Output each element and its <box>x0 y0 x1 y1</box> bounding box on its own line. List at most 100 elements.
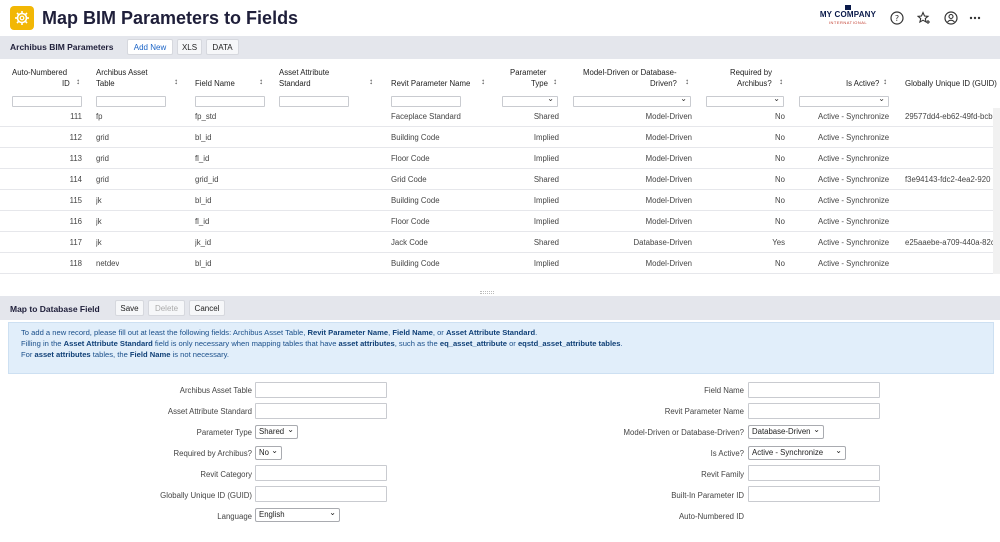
table-row[interactable]: 111 fp fp_std Faceplace Standard Shared … <box>0 108 993 127</box>
table-row[interactable]: 115 jk bl_id Building Code Implied Model… <box>0 190 993 211</box>
sort-icon[interactable]: ↕ <box>369 77 373 86</box>
driven-select[interactable]: Database-Driven ⌄ <box>748 425 824 439</box>
sort-icon[interactable]: ↕ <box>685 77 689 86</box>
col-header-label: Standard <box>279 79 311 88</box>
label-field-name: Field Name <box>704 386 744 395</box>
col-header-attr-std[interactable]: Asset Attribute Standard <box>279 60 359 92</box>
table-row[interactable]: 116 jk fl_id Floor Code Implied Model-Dr… <box>0 211 993 232</box>
user-icon[interactable] <box>943 10 959 26</box>
table-row[interactable]: 112 grid bl_id Building Code Implied Mod… <box>0 127 993 148</box>
label-param-type: Parameter Type <box>196 428 252 437</box>
cell-field: fl_id <box>195 154 210 163</box>
data-button[interactable]: DATA <box>206 39 239 55</box>
cell-active: Active - Synchronize <box>818 238 890 247</box>
save-button[interactable]: Save <box>115 300 144 316</box>
attr-std-input[interactable] <box>255 403 387 419</box>
cell-field: bl_id <box>195 196 212 205</box>
cell-revit: Grid Code <box>391 175 427 184</box>
table-row[interactable]: 114 grid grid_id Grid Code Shared Model-… <box>0 169 993 190</box>
col-header-label: Required by <box>730 68 773 77</box>
col-header-required[interactable]: Required by Archibus? <box>728 60 780 92</box>
col-header-label: ID <box>62 79 70 88</box>
filter-driven-select[interactable] <box>573 94 691 107</box>
guid-input[interactable] <box>255 486 387 502</box>
label-guid: Globally Unique ID (GUID) <box>160 491 252 500</box>
cell-type: Shared <box>533 238 559 247</box>
revit-family-input[interactable] <box>748 465 880 481</box>
delete-button[interactable]: Delete <box>148 300 185 316</box>
cell-active: Active - Synchronize <box>818 154 890 163</box>
add-new-button[interactable]: Add New <box>127 39 173 55</box>
filter-param-type-select[interactable] <box>502 94 558 107</box>
col-header-driven[interactable]: Model-Driven or Database- Driven? <box>583 60 688 92</box>
cell-field: grid_id <box>195 175 219 184</box>
sort-icon[interactable]: ↕ <box>779 77 783 86</box>
label-builtin: Built-In Parameter ID <box>671 491 744 500</box>
filter-asset-table[interactable] <box>96 96 166 107</box>
asset-table-input[interactable] <box>255 382 387 398</box>
field-name-input[interactable] <box>748 382 880 398</box>
col-header-asset-table[interactable]: Archibus Asset Table <box>96 60 176 92</box>
col-header-label: Archibus Asset <box>96 68 148 77</box>
grid-scrollbar[interactable] <box>993 108 1000 274</box>
table-row[interactable]: 118 netdev bl_id Building Code Implied M… <box>0 253 993 274</box>
xls-button[interactable]: XLS <box>177 39 202 55</box>
filter-attr-std[interactable] <box>279 96 349 107</box>
cell-revit: Jack Code <box>391 238 428 247</box>
filter-required-select[interactable] <box>706 94 784 107</box>
sort-icon[interactable]: ↕ <box>481 77 485 86</box>
sort-icon[interactable]: ↕ <box>259 77 263 86</box>
help-icon[interactable]: ? <box>889 10 905 26</box>
param-type-value: Shared <box>259 427 285 436</box>
col-header-active[interactable]: Is Active? <box>846 60 886 92</box>
cell-driven: Model-Driven <box>645 112 692 121</box>
table-row[interactable]: 113 grid fl_id Floor Code Implied Model-… <box>0 148 993 169</box>
cell-driven: Model-Driven <box>645 217 692 226</box>
cell-active: Active - Synchronize <box>818 133 890 142</box>
col-header-field-name[interactable]: Field Name <box>195 60 265 92</box>
cell-id: 113 <box>69 154 82 163</box>
col-header-guid[interactable]: Globally Unique ID (GUID) <box>905 60 1000 92</box>
revit-category-input[interactable] <box>255 465 387 481</box>
col-header-param-type[interactable]: Parameter Type <box>508 60 550 92</box>
col-header-label: Model-Driven or Database- <box>583 68 677 77</box>
sort-icon[interactable]: ↕ <box>553 77 557 86</box>
resize-handle[interactable] <box>480 291 494 294</box>
cell-driven: Model-Driven <box>645 133 692 142</box>
cell-type: Implied <box>533 259 559 268</box>
required-select[interactable]: No ⌄ <box>255 446 282 460</box>
cell-table: jk <box>96 196 102 205</box>
label-required: Required by Archibus? <box>173 449 252 458</box>
filter-auto-id[interactable] <box>12 96 82 107</box>
filter-active-select[interactable] <box>799 94 889 107</box>
company-logo: MY COMPANY INTERNATIONAL <box>816 5 880 30</box>
info-line-3: For asset attributes tables, the Field N… <box>21 350 229 359</box>
label-active: Is Active? <box>710 449 744 458</box>
cell-driven: Model-Driven <box>645 154 692 163</box>
language-select[interactable]: English ⌄ <box>255 508 340 522</box>
revit-param-input[interactable] <box>748 403 880 419</box>
builtin-param-input[interactable] <box>748 486 880 502</box>
label-asset-table: Archibus Asset Table <box>179 386 252 395</box>
cell-active: Active - Synchronize <box>818 259 890 268</box>
col-header-label: Driven? <box>650 79 677 88</box>
filter-field-name[interactable] <box>195 96 265 107</box>
table-row[interactable]: 117 jk jk_id Jack Code Shared Database-D… <box>0 232 993 253</box>
col-header-auto-id[interactable]: Auto-Numbered ID <box>12 60 82 92</box>
cancel-button[interactable]: Cancel <box>189 300 225 316</box>
param-type-select[interactable]: Shared ⌄ <box>255 425 298 439</box>
col-header-revit-param[interactable]: Revit Parameter Name <box>391 60 481 92</box>
sort-icon[interactable]: ↕ <box>76 77 80 86</box>
cell-guid: 29577dd4-eb62-49fd-bcb <box>905 112 993 121</box>
sort-icon[interactable]: ↕ <box>883 77 887 86</box>
filter-revit-param[interactable] <box>391 96 461 107</box>
more-icon[interactable] <box>967 10 983 26</box>
cell-active: Active - Synchronize <box>818 175 890 184</box>
cell-required: No <box>775 175 785 184</box>
cell-active: Active - Synchronize <box>818 112 890 121</box>
favorites-icon[interactable] <box>916 10 932 26</box>
sort-icon[interactable]: ↕ <box>174 77 178 86</box>
active-select[interactable]: Active - Synchronize ⌄ <box>748 446 846 460</box>
cell-type: Implied <box>533 133 559 142</box>
driven-value: Database-Driven <box>752 427 811 436</box>
